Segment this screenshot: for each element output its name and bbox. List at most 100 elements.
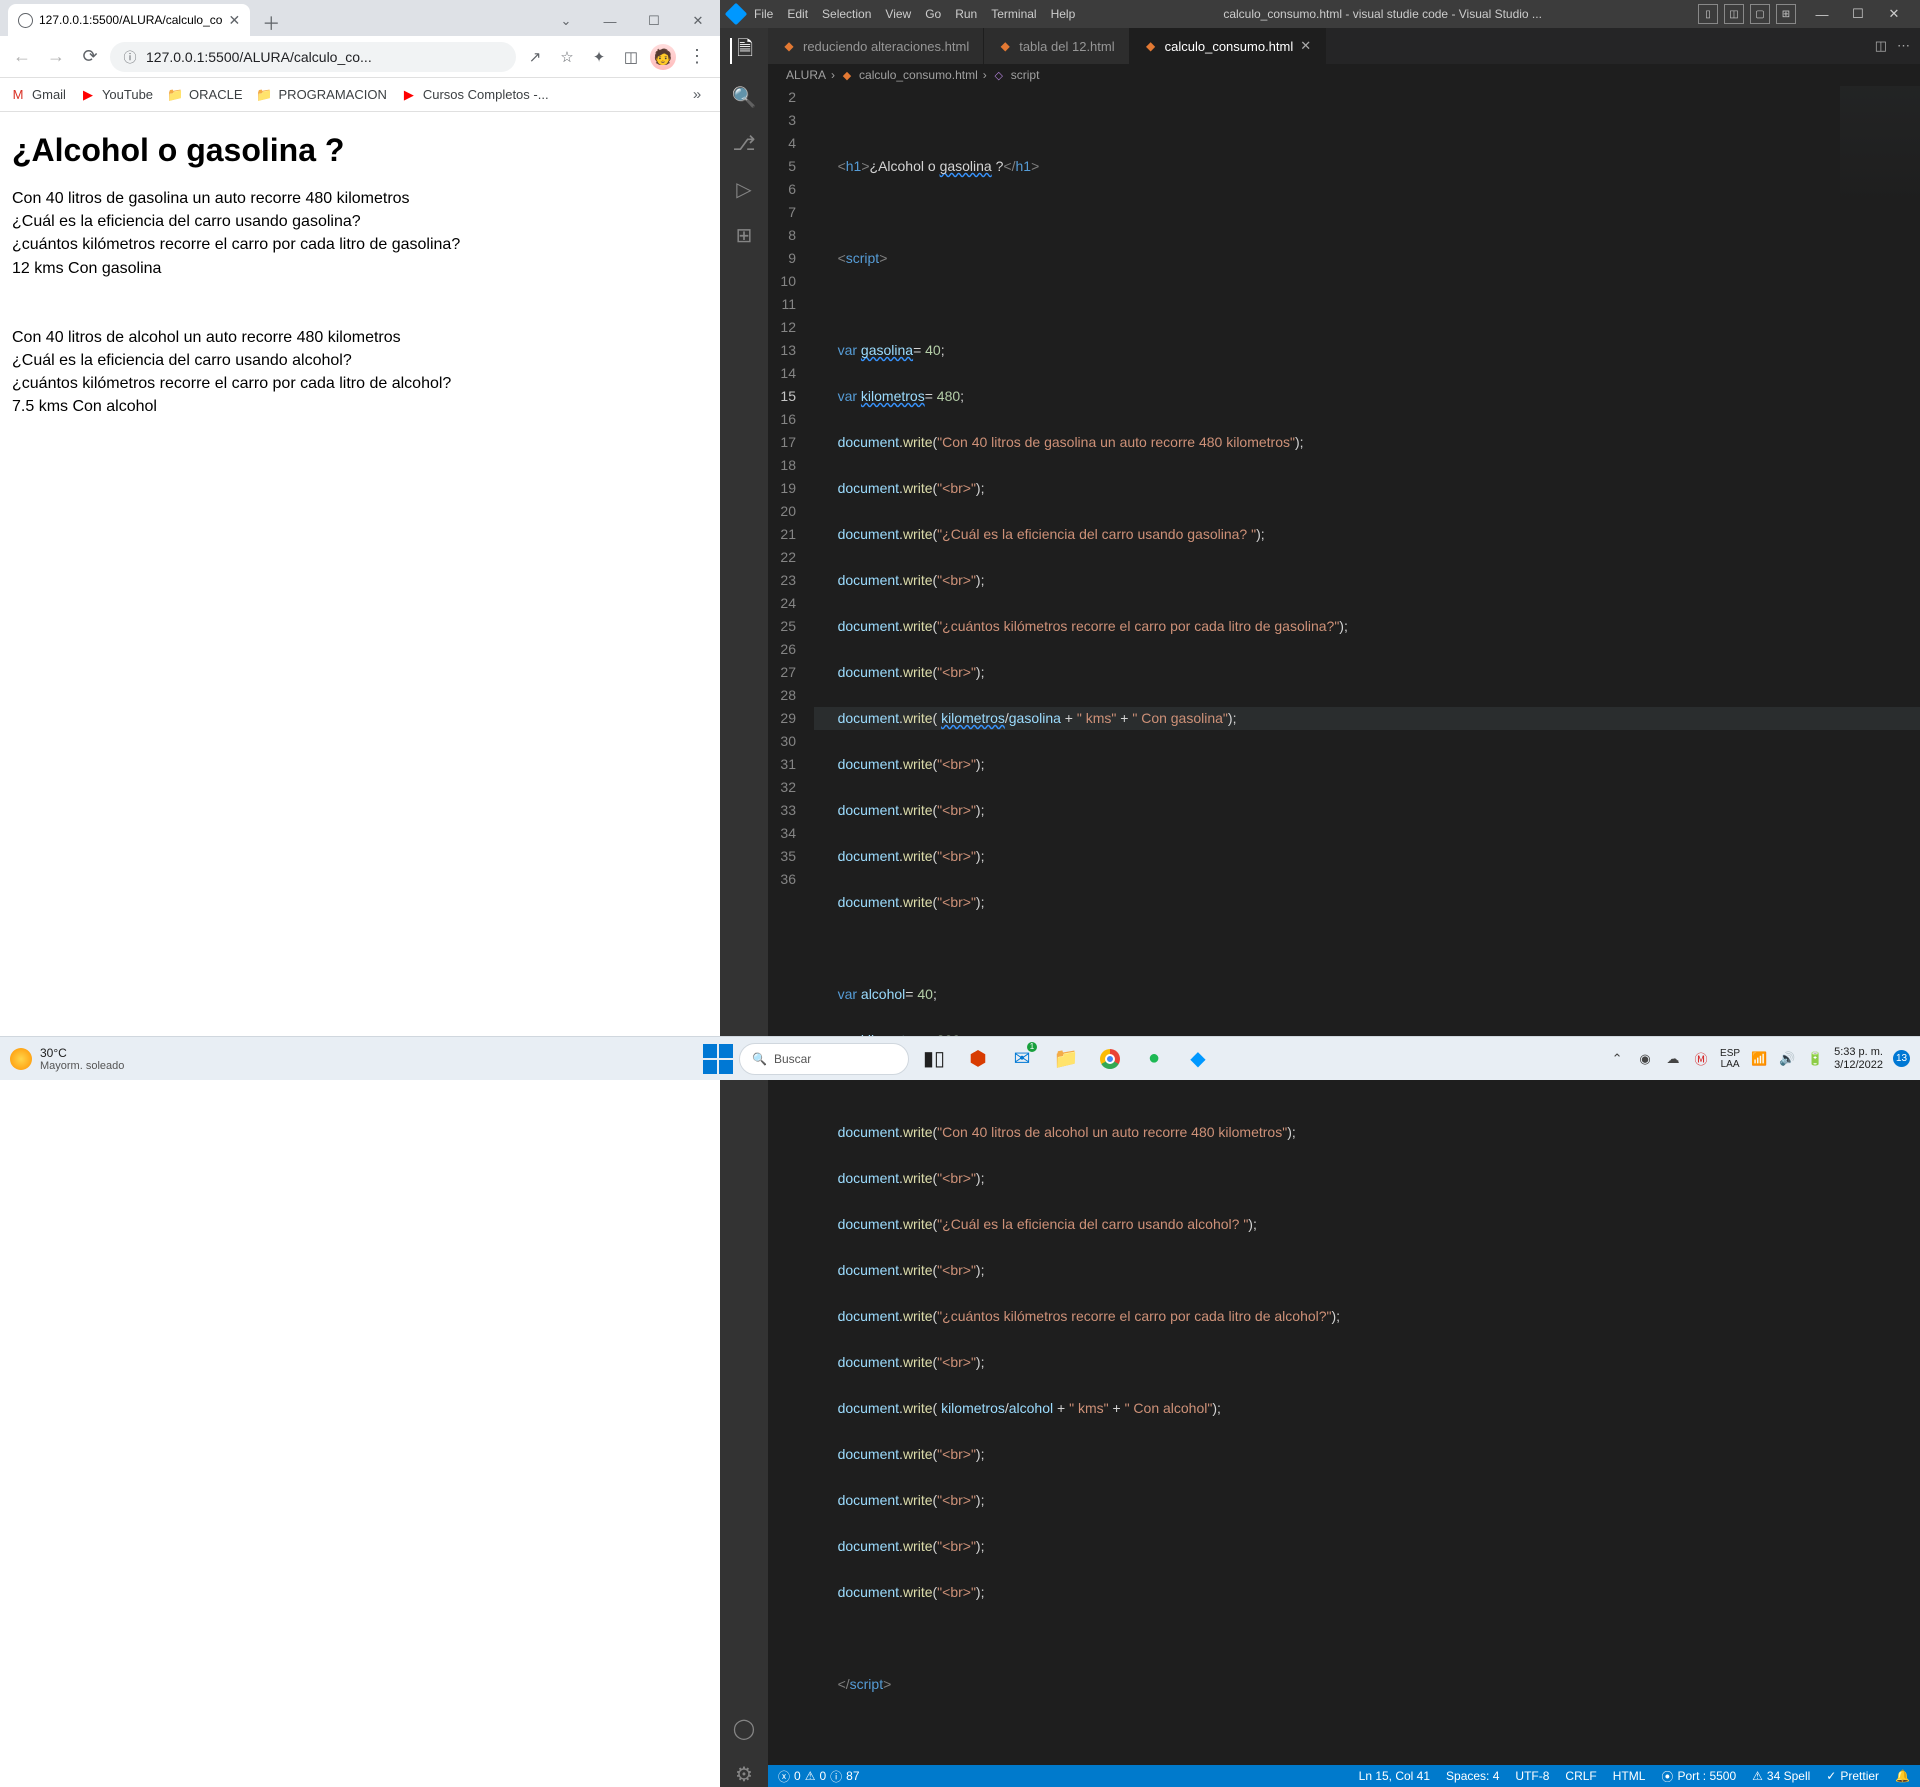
more-icon[interactable]: ⋮ (682, 46, 712, 67)
debug-icon[interactable]: ▷ (731, 176, 757, 202)
bookmark-gmail[interactable]: MGmail (10, 87, 66, 103)
code-editor[interactable]: 2345678910111213141516171819202122232425… (768, 86, 1920, 1765)
weather-desc: Mayorm. soleado (40, 1060, 124, 1072)
chrome-titlebar: 127.0.0.1:5500/ALURA/calculo_co ✕ ＋ ⌄ — … (0, 0, 720, 36)
page-title: ¿Alcohol o gasolina ? (12, 132, 708, 169)
layout-icon[interactable]: ▯ (1698, 4, 1718, 24)
editor-tabs: ◆reduciendo alteraciones.html ◆tabla del… (768, 28, 1920, 64)
status-encoding[interactable]: UTF-8 (1515, 1769, 1549, 1783)
status-lang[interactable]: HTML (1613, 1769, 1646, 1783)
battery-icon[interactable]: 🔋 (1806, 1050, 1824, 1068)
folder-icon: 📁 (257, 87, 273, 103)
mcafee-icon[interactable]: Ⓜ (1692, 1050, 1710, 1068)
star-icon[interactable]: ☆ (554, 44, 580, 70)
vscode-icon[interactable]: ◆ (1179, 1040, 1217, 1078)
status-prettier[interactable]: ✓ Prettier (1826, 1769, 1879, 1783)
extensions-icon[interactable]: ⊞ (731, 222, 757, 248)
forward-button[interactable]: → (42, 43, 70, 71)
chevron-up-icon[interactable]: ⌃ (1608, 1050, 1626, 1068)
new-tab-button[interactable]: ＋ (250, 10, 292, 36)
mail-icon[interactable]: ✉1 (1003, 1040, 1041, 1078)
taskview-icon[interactable]: ▮▯ (915, 1040, 953, 1078)
avatar[interactable]: 🧑 (650, 44, 676, 70)
sidepanel-icon[interactable]: ◫ (618, 44, 644, 70)
status-bell-icon[interactable]: 🔔 (1895, 1769, 1910, 1783)
menu-run[interactable]: Run (955, 7, 977, 21)
html-icon: ◆ (840, 68, 854, 82)
minimize-button[interactable]: — (1804, 0, 1840, 28)
weather-widget[interactable]: 30°C Mayorm. soleado (10, 1046, 124, 1072)
search-box[interactable]: 🔍Buscar (739, 1043, 909, 1075)
menu-file[interactable]: File (754, 7, 773, 21)
language-indicator[interactable]: ESPLAA (1720, 1048, 1740, 1070)
explorer-icon[interactable]: 📁 (1047, 1040, 1085, 1078)
menu-help[interactable]: Help (1051, 7, 1076, 21)
status-port[interactable]: ⦿ Port : 5500 (1661, 1768, 1736, 1785)
html-icon: ◆ (782, 39, 796, 53)
menu-selection[interactable]: Selection (822, 7, 871, 21)
close-button[interactable]: ✕ (676, 6, 720, 36)
chrome-icon[interactable] (1091, 1040, 1129, 1078)
more-icon[interactable]: ⋯ (1897, 38, 1910, 54)
discord-icon[interactable]: ◉ (1636, 1050, 1654, 1068)
share-icon[interactable]: ↗ (522, 44, 548, 70)
status-spell[interactable]: ⚠ 34 Spell (1752, 1769, 1810, 1783)
menu-view[interactable]: View (885, 7, 911, 21)
html-icon: ◆ (1144, 39, 1158, 53)
gas-line-2: ¿Cuál es la eficiencia del carro usando … (12, 210, 708, 233)
extensions-icon[interactable]: ✦ (586, 44, 612, 70)
reload-button[interactable]: ⟳ (76, 43, 104, 71)
notification-badge[interactable]: 13 (1893, 1050, 1910, 1067)
split-editor-icon[interactable]: ◫ (1875, 38, 1887, 54)
sun-icon (10, 1048, 32, 1070)
status-eol[interactable]: CRLF (1565, 1769, 1596, 1783)
close-button[interactable]: ✕ (1876, 0, 1912, 28)
menu-terminal[interactable]: Terminal (991, 7, 1036, 21)
tab-reduciendo[interactable]: ◆reduciendo alteraciones.html (768, 28, 984, 64)
address-bar[interactable]: ⓘ 127.0.0.1:5500/ALURA/calculo_co... (110, 42, 516, 72)
layout-icon[interactable]: ⊞ (1776, 4, 1796, 24)
status-errors[interactable]: ⓧ 0 ⚠ 0 ⓘ 87 (778, 1768, 860, 1785)
taskbar: 30°C Mayorm. soleado 🔍Buscar ▮▯ ⬢ ✉1 📁 ●… (0, 1036, 1920, 1080)
breadcrumb[interactable]: ALURA› ◆calculo_consumo.html› ◇script (768, 64, 1920, 86)
minimap[interactable] (1840, 86, 1920, 206)
tab-calculo[interactable]: ◆calculo_consumo.html✕ (1130, 28, 1327, 64)
bookmark-youtube[interactable]: ▶YouTube (80, 87, 153, 103)
menu-edit[interactable]: Edit (787, 7, 808, 21)
gear-icon[interactable]: ⚙ (731, 1761, 757, 1787)
chrome-tab[interactable]: 127.0.0.1:5500/ALURA/calculo_co ✕ (8, 4, 250, 36)
layout-icon[interactable]: ▢ (1750, 4, 1770, 24)
bookmarks-overflow-icon[interactable]: » (684, 82, 710, 108)
close-icon[interactable]: ✕ (1300, 38, 1311, 54)
volume-icon[interactable]: 🔊 (1778, 1050, 1796, 1068)
youtube-icon: ▶ (401, 87, 417, 103)
wifi-icon[interactable]: 📶 (1750, 1050, 1768, 1068)
info-icon[interactable]: ⓘ (122, 49, 138, 65)
spotify-icon[interactable]: ● (1135, 1040, 1173, 1078)
office-icon[interactable]: ⬢ (959, 1040, 997, 1078)
maximize-button[interactable]: ☐ (1840, 0, 1876, 28)
account-icon[interactable]: ◯ (731, 1715, 757, 1741)
minimize-button[interactable]: — (588, 6, 632, 36)
explorer-icon[interactable]: 🗎 (730, 38, 756, 64)
status-spaces[interactable]: Spaces: 4 (1446, 1769, 1499, 1783)
bookmark-cursos[interactable]: ▶Cursos Completos -... (401, 87, 549, 103)
onedrive-icon[interactable]: ☁ (1664, 1050, 1682, 1068)
maximize-button[interactable]: ☐ (632, 6, 676, 36)
close-icon[interactable]: ✕ (228, 12, 240, 29)
code-area[interactable]: <h1>¿Alcohol o gasolina ?</h1> <script> … (814, 86, 1920, 1765)
start-button[interactable] (703, 1044, 733, 1074)
clock[interactable]: 5:33 p. m. 3/12/2022 (1834, 1046, 1883, 1072)
search-icon[interactable]: 🔍 (731, 84, 757, 110)
script-icon: ◇ (992, 68, 1006, 82)
status-lncol[interactable]: Ln 15, Col 41 (1359, 1769, 1430, 1783)
git-icon[interactable]: ⎇ (731, 130, 757, 156)
bookmark-oracle[interactable]: 📁ORACLE (167, 87, 242, 103)
back-button[interactable]: ← (8, 43, 36, 71)
menu-go[interactable]: Go (925, 7, 941, 21)
tab-tabla12[interactable]: ◆tabla del 12.html (984, 28, 1129, 64)
bookmark-programacion[interactable]: 📁PROGRAMACION (257, 87, 387, 103)
url-text: 127.0.0.1:5500/ALURA/calculo_co... (146, 49, 372, 65)
layout-icon[interactable]: ◫ (1724, 4, 1744, 24)
chevron-down-icon[interactable]: ⌄ (544, 6, 588, 36)
